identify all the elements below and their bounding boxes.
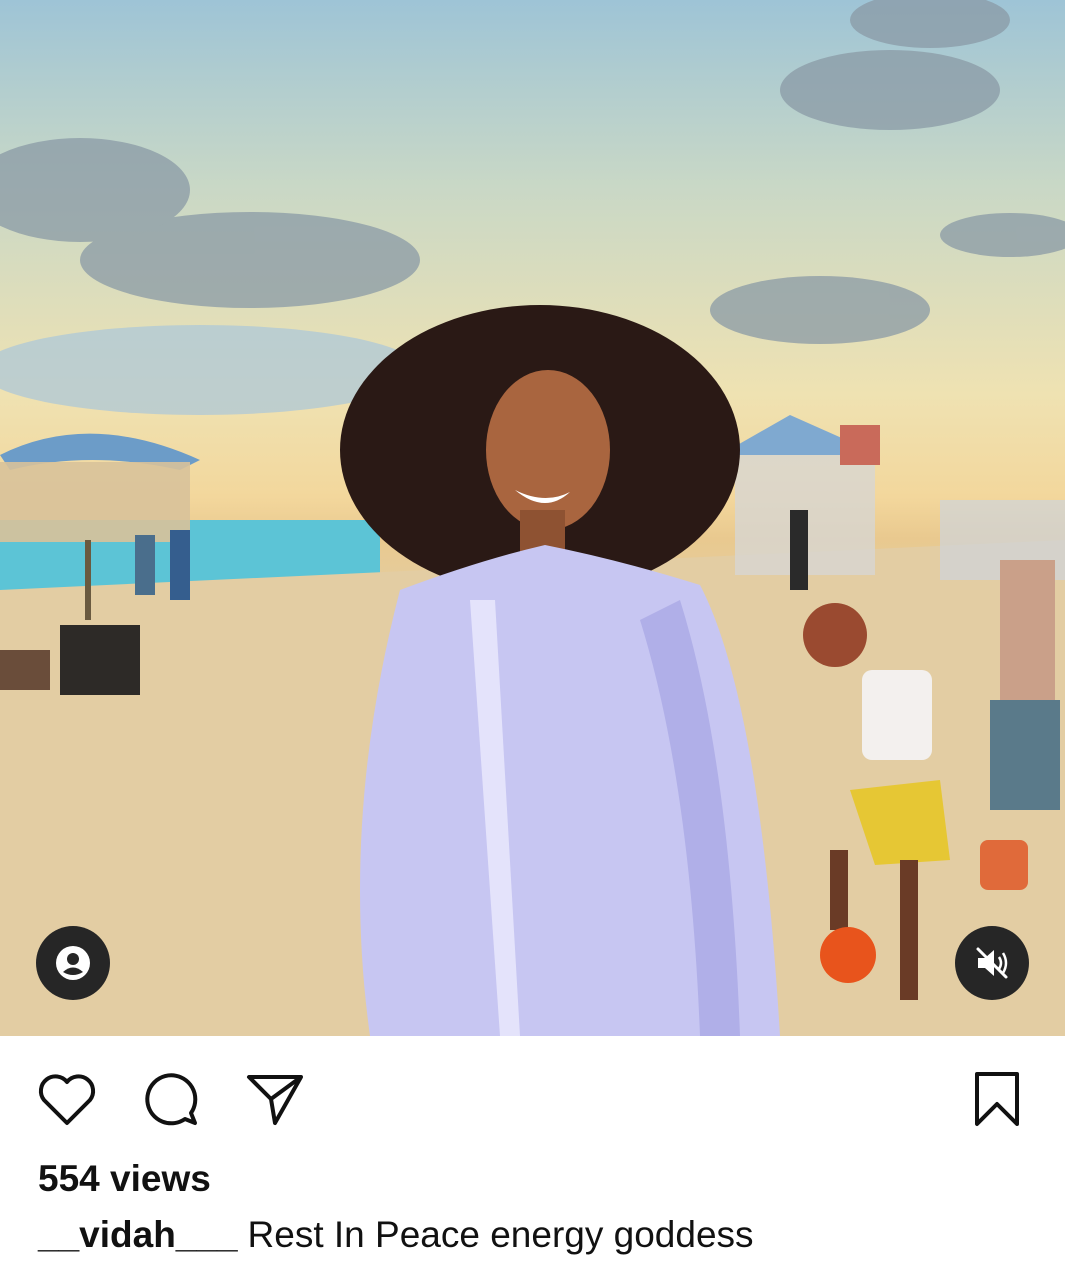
mute-toggle-button[interactable] (955, 926, 1029, 1000)
post-caption: __vidah___ Rest In Peace energy goddess (38, 1214, 754, 1256)
post-action-bar (0, 1036, 1065, 1156)
post-media-video[interactable] (0, 0, 1065, 1036)
view-count[interactable]: 554 views (38, 1158, 211, 1200)
person-tag-icon (56, 946, 90, 980)
muted-speaker-icon (976, 947, 1008, 979)
paper-plane-icon (247, 1075, 303, 1125)
comment-button[interactable] (138, 1066, 204, 1132)
caption-text: Rest In Peace energy goddess (247, 1214, 754, 1255)
heart-icon (38, 1074, 96, 1125)
bookmark-icon (975, 1072, 1019, 1126)
share-button[interactable] (242, 1066, 308, 1132)
beach-scene-image (0, 0, 1065, 1036)
comment-bubble-icon (145, 1073, 198, 1126)
save-button[interactable] (964, 1066, 1030, 1132)
caption-username[interactable]: __vidah___ (38, 1214, 238, 1255)
like-button[interactable] (34, 1066, 100, 1132)
tag-people-button[interactable] (36, 926, 110, 1000)
